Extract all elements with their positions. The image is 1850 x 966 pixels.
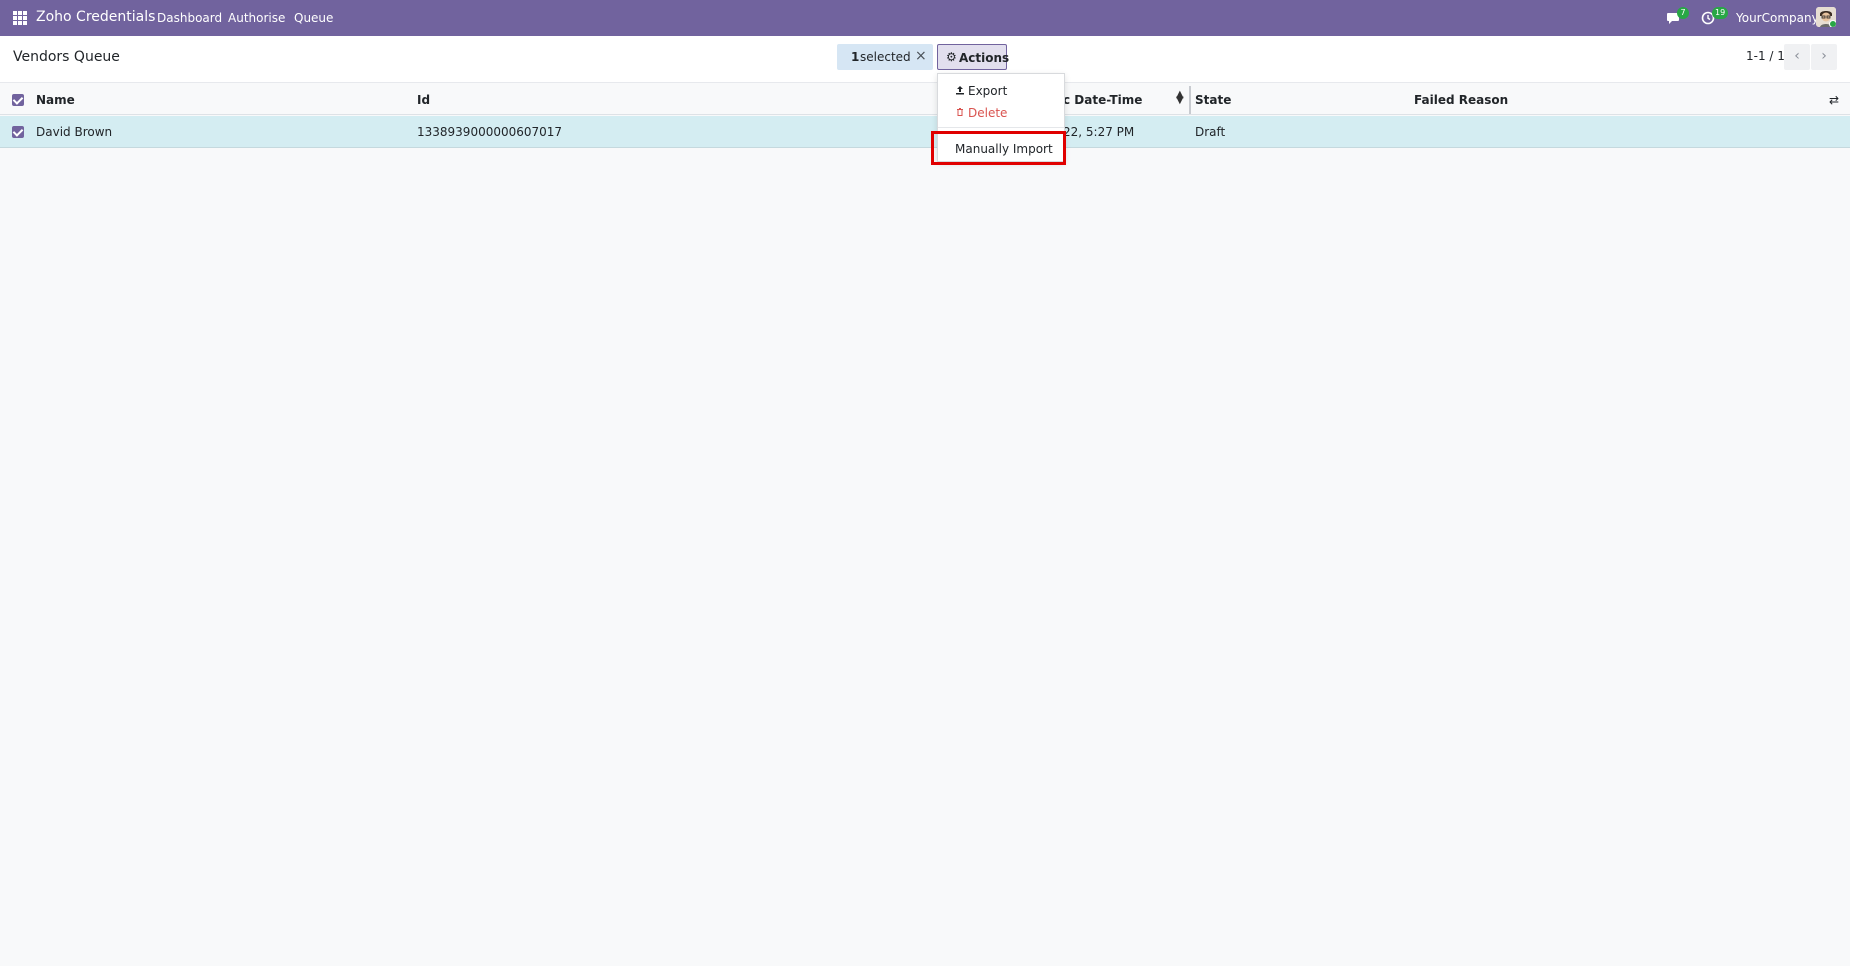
column-resize-handle[interactable] (1189, 86, 1191, 114)
online-status-dot (1829, 20, 1836, 27)
optional-columns-icon[interactable]: ⇄ (1829, 93, 1839, 107)
selection-indicator: 1 selected × (837, 44, 933, 70)
cell-id: 1338939000000607017 (417, 125, 563, 139)
pager-value[interactable]: 1-1 / 1 (1746, 49, 1785, 63)
menu-item-export-label: Export (968, 84, 1008, 98)
control-panel: Vendors Queue 1 selected × ⚙ Actions 1-1… (0, 36, 1850, 83)
list-header: Name Id c Date-Time ▲ ▼ State Failed Reas… (0, 84, 1850, 115)
selected-count: 1 (851, 50, 860, 64)
column-header-state[interactable]: State (1195, 93, 1231, 107)
pager-next-button[interactable]: › (1811, 44, 1837, 70)
upload-icon (955, 84, 968, 98)
trash-icon (955, 106, 968, 120)
user-avatar[interactable] (1816, 7, 1836, 27)
actions-dropdown-menu: Export Delete Manually Import (937, 73, 1065, 162)
table-row[interactable]: David Brown 1338939000000607017 22, 5:27… (0, 116, 1850, 148)
cell-datetime: 22, 5:27 PM (1063, 125, 1135, 139)
menu-item-delete-label: Delete (968, 106, 1008, 120)
menu-item-manually-import[interactable]: Manually Import (955, 142, 1053, 156)
activities-badge: 19 (1712, 7, 1729, 19)
column-header-id[interactable]: Id (417, 93, 430, 107)
top-navbar: Zoho Credentials Dashboard Authorise Que… (0, 0, 1850, 36)
messages-badge: 7 (1677, 7, 1689, 19)
clear-selection-icon[interactable]: × (915, 48, 927, 64)
messages-button[interactable]: 7 (1666, 7, 1689, 27)
page-title: Vendors Queue (13, 49, 120, 65)
menu-item-delete[interactable]: Delete (955, 106, 1007, 120)
row-checkbox[interactable] (12, 126, 24, 138)
menu-item-export[interactable]: Export (955, 84, 1007, 98)
column-header-failed-reason[interactable]: Failed Reason (1414, 93, 1508, 107)
menu-divider (938, 127, 1064, 128)
actions-button[interactable]: ⚙ Actions (937, 44, 1010, 70)
company-switcher[interactable]: YourCompany (1736, 11, 1819, 25)
column-header-datetime[interactable]: c Date-Time (1063, 93, 1142, 107)
app-title[interactable]: Zoho Credentials (36, 9, 155, 25)
chevron-right-icon: › (1821, 48, 1827, 64)
column-header-name[interactable]: Name (36, 93, 75, 107)
actions-label: Actions (959, 51, 1010, 65)
activities-button[interactable]: 19 (1701, 7, 1729, 27)
chevron-left-icon: ‹ (1794, 48, 1800, 64)
cell-state: Draft (1195, 125, 1226, 139)
menu-dashboard[interactable]: Dashboard (157, 11, 222, 25)
selected-label: selected (860, 50, 911, 64)
menu-queue[interactable]: Queue (294, 11, 333, 25)
menu-authorise[interactable]: Authorise (228, 11, 285, 25)
select-all-checkbox[interactable] (12, 94, 24, 106)
pager-previous-button[interactable]: ‹ (1784, 44, 1810, 70)
cell-name: David Brown (36, 125, 113, 139)
apps-menu-icon[interactable] (13, 11, 27, 25)
sort-icon[interactable]: ▲ ▼ (1176, 90, 1184, 106)
gear-icon: ⚙ (946, 50, 957, 64)
